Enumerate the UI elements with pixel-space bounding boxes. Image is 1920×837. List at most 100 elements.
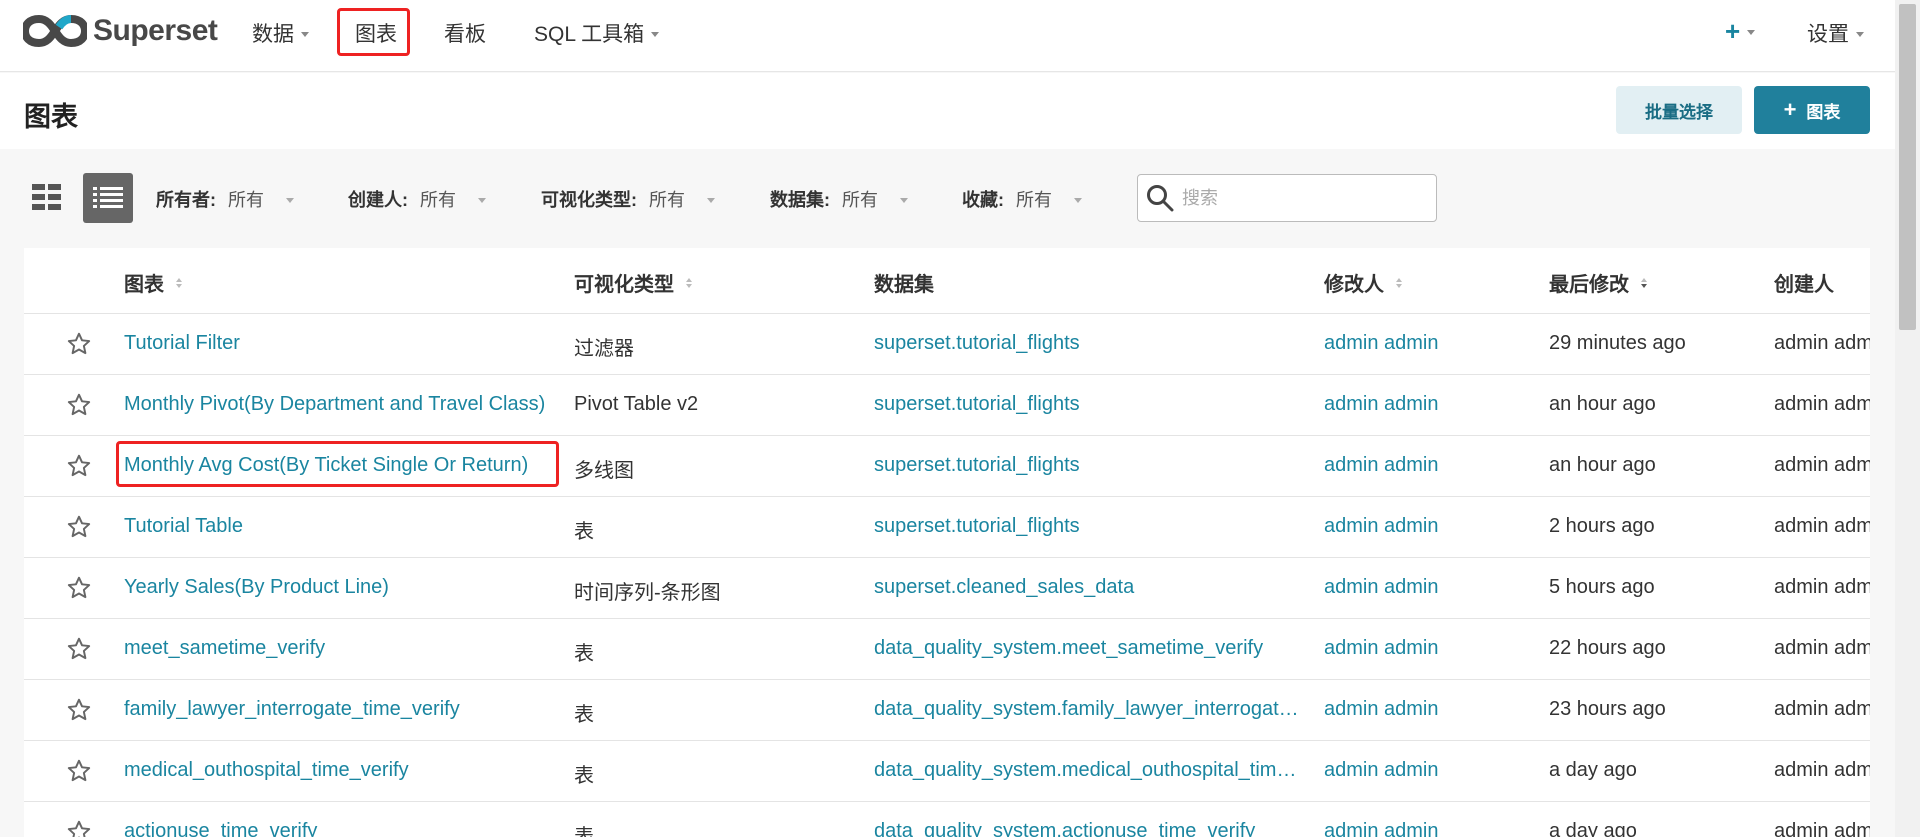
bulk-select-button[interactable]: 批量选择 bbox=[1616, 86, 1742, 134]
chart-name-link[interactable]: Monthly Pivot(By Department and Travel C… bbox=[124, 393, 569, 416]
modified-by-link[interactable]: admin admin bbox=[1324, 759, 1524, 782]
dataset-link[interactable]: superset.cleaned_sales_data bbox=[874, 576, 1299, 599]
chart-name-link[interactable]: Yearly Sales(By Product Line) bbox=[124, 576, 569, 599]
list-icon bbox=[93, 187, 123, 208]
filter-value: 所有 bbox=[228, 190, 264, 210]
chevron-down-icon bbox=[1747, 30, 1756, 35]
star-icon[interactable] bbox=[66, 453, 92, 479]
favorite-filter[interactable]: 收藏: 所有 bbox=[962, 186, 1082, 212]
active-nav-highlight bbox=[337, 8, 410, 56]
column-header-last-modified[interactable]: 最后修改 bbox=[1549, 268, 1647, 297]
star-icon[interactable] bbox=[66, 697, 92, 723]
nav-sql-lab-menu[interactable]: SQL 工具箱 bbox=[534, 18, 660, 48]
dataset-filter[interactable]: 数据集: 所有 bbox=[770, 186, 908, 212]
viz-type-cell: 多线图 bbox=[574, 460, 634, 482]
filter-value: 所有 bbox=[1016, 190, 1052, 210]
created-by-cell: admin admin bbox=[1774, 759, 1870, 781]
row-highlight bbox=[116, 441, 559, 487]
dataset-link[interactable]: data_quality_system.family_lawyer_interr… bbox=[874, 698, 1299, 721]
modified-by-link[interactable]: admin admin bbox=[1324, 393, 1524, 416]
created-by-filter[interactable]: 创建人: 所有 bbox=[348, 186, 486, 212]
modified-by-link[interactable]: admin admin bbox=[1324, 698, 1524, 721]
star-icon[interactable] bbox=[66, 758, 92, 784]
modified-by-link[interactable]: admin admin bbox=[1324, 820, 1524, 837]
owner-filter[interactable]: 所有者: 所有 bbox=[156, 186, 294, 212]
modified-by-link[interactable]: admin admin bbox=[1324, 637, 1524, 660]
modified-by-link[interactable]: admin admin bbox=[1324, 576, 1524, 599]
superset-logo[interactable]: Superset bbox=[23, 13, 218, 49]
filter-bar: 所有者: 所有 创建人: 所有 可视化类型: 所有 数据集: 所有 收藏: 所有 bbox=[0, 150, 1895, 244]
table-row: Yearly Sales(By Product Line) 时间序列-条形图 sup… bbox=[24, 557, 1870, 618]
nav-dashboards-label: 看板 bbox=[444, 23, 486, 46]
new-item-menu[interactable]: + bbox=[1725, 16, 1756, 47]
viz-type-filter[interactable]: 可视化类型: 所有 bbox=[541, 186, 715, 212]
nav-data-menu[interactable]: 数据 bbox=[252, 18, 309, 48]
nav-dashboards[interactable]: 看板 bbox=[444, 18, 486, 48]
plus-icon: + bbox=[1783, 97, 1797, 122]
last-modified-cell: a day ago bbox=[1549, 759, 1637, 781]
list-view-toggle[interactable] bbox=[83, 173, 133, 223]
chart-name-link[interactable]: family_lawyer_interrogate_time_verify bbox=[124, 698, 569, 721]
chevron-down-icon bbox=[478, 197, 486, 203]
dataset-link[interactable]: superset.tutorial_flights bbox=[874, 393, 1299, 416]
page-title: 图表 bbox=[24, 102, 78, 132]
plus-icon: + bbox=[1725, 16, 1741, 46]
viz-type-cell: Pivot Table v2 bbox=[574, 393, 699, 415]
settings-menu[interactable]: 设置 bbox=[1807, 18, 1864, 48]
add-chart-label: 图表 bbox=[1806, 102, 1841, 122]
page-scrollbar[interactable] bbox=[1895, 0, 1920, 837]
last-modified-cell: a day ago bbox=[1549, 820, 1637, 837]
dataset-link[interactable]: data_quality_system.meet_sametime_verify bbox=[874, 637, 1299, 660]
filter-value: 所有 bbox=[842, 190, 878, 210]
dataset-link[interactable]: data_quality_system.medical_outhospital_… bbox=[874, 759, 1299, 782]
chevron-down-icon bbox=[707, 197, 715, 203]
created-by-cell: admin admin bbox=[1774, 576, 1870, 598]
chevron-down-icon bbox=[301, 31, 309, 37]
created-by-cell: admin admin bbox=[1774, 637, 1870, 659]
search-input[interactable] bbox=[1182, 187, 1422, 209]
scrollbar-thumb[interactable] bbox=[1899, 4, 1916, 330]
star-icon[interactable] bbox=[66, 636, 92, 662]
modified-by-link[interactable]: admin admin bbox=[1324, 332, 1524, 355]
viz-type-cell: 表 bbox=[574, 826, 594, 837]
column-header-created-by: 创建人 bbox=[1774, 268, 1834, 297]
dataset-link[interactable]: superset.tutorial_flights bbox=[874, 332, 1299, 355]
table-row: meet_sametime_verify 表 data_quality_system… bbox=[24, 618, 1870, 679]
last-modified-cell: an hour ago bbox=[1549, 454, 1656, 476]
brand-name: Superset bbox=[93, 14, 218, 47]
page-header: 图表 批量选择 + 图表 bbox=[0, 73, 1895, 149]
star-icon[interactable] bbox=[66, 575, 92, 601]
column-label: 最后修改 bbox=[1549, 274, 1629, 296]
chart-name-link[interactable]: meet_sametime_verify bbox=[124, 637, 569, 660]
chart-name-link[interactable]: medical_outhospital_time_verify bbox=[124, 759, 569, 782]
column-header-modified-by[interactable]: 修改人 bbox=[1324, 268, 1402, 297]
star-icon[interactable] bbox=[66, 514, 92, 540]
card-view-toggle[interactable] bbox=[23, 173, 71, 221]
star-icon[interactable] bbox=[66, 392, 92, 418]
modified-by-link[interactable]: admin admin bbox=[1324, 454, 1524, 477]
nav-data-label: 数据 bbox=[252, 23, 294, 46]
chart-name-link[interactable]: Tutorial Table bbox=[124, 515, 569, 538]
add-chart-button[interactable]: + 图表 bbox=[1754, 86, 1870, 134]
viz-type-cell: 时间序列-条形图 bbox=[574, 582, 721, 604]
filter-value: 所有 bbox=[649, 190, 685, 210]
dataset-link[interactable]: superset.tutorial_flights bbox=[874, 454, 1299, 477]
chart-name-link[interactable]: Tutorial Filter bbox=[124, 332, 569, 355]
created-by-cell: admin admin bbox=[1774, 393, 1870, 415]
star-icon[interactable] bbox=[66, 819, 92, 837]
filter-label: 收藏: bbox=[962, 190, 1004, 210]
chevron-down-icon bbox=[286, 197, 294, 203]
viz-type-cell: 过滤器 bbox=[574, 338, 634, 360]
dataset-link[interactable]: superset.tutorial_flights bbox=[874, 515, 1299, 538]
column-header-viz-type[interactable]: 可视化类型 bbox=[574, 268, 692, 297]
star-icon[interactable] bbox=[66, 331, 92, 357]
modified-by-link[interactable]: admin admin bbox=[1324, 515, 1524, 538]
column-header-dataset: 数据集 bbox=[874, 268, 934, 297]
chart-name-link[interactable]: actionuse_time_verify bbox=[124, 820, 569, 837]
last-modified-cell: an hour ago bbox=[1549, 393, 1656, 415]
chevron-down-icon bbox=[651, 31, 660, 37]
column-header-chart[interactable]: 图表 bbox=[124, 268, 182, 297]
last-modified-cell: 2 hours ago bbox=[1549, 515, 1655, 537]
created-by-cell: admin admin bbox=[1774, 454, 1870, 476]
dataset-link[interactable]: data_quality_system.actionuse_time_verif… bbox=[874, 820, 1299, 837]
